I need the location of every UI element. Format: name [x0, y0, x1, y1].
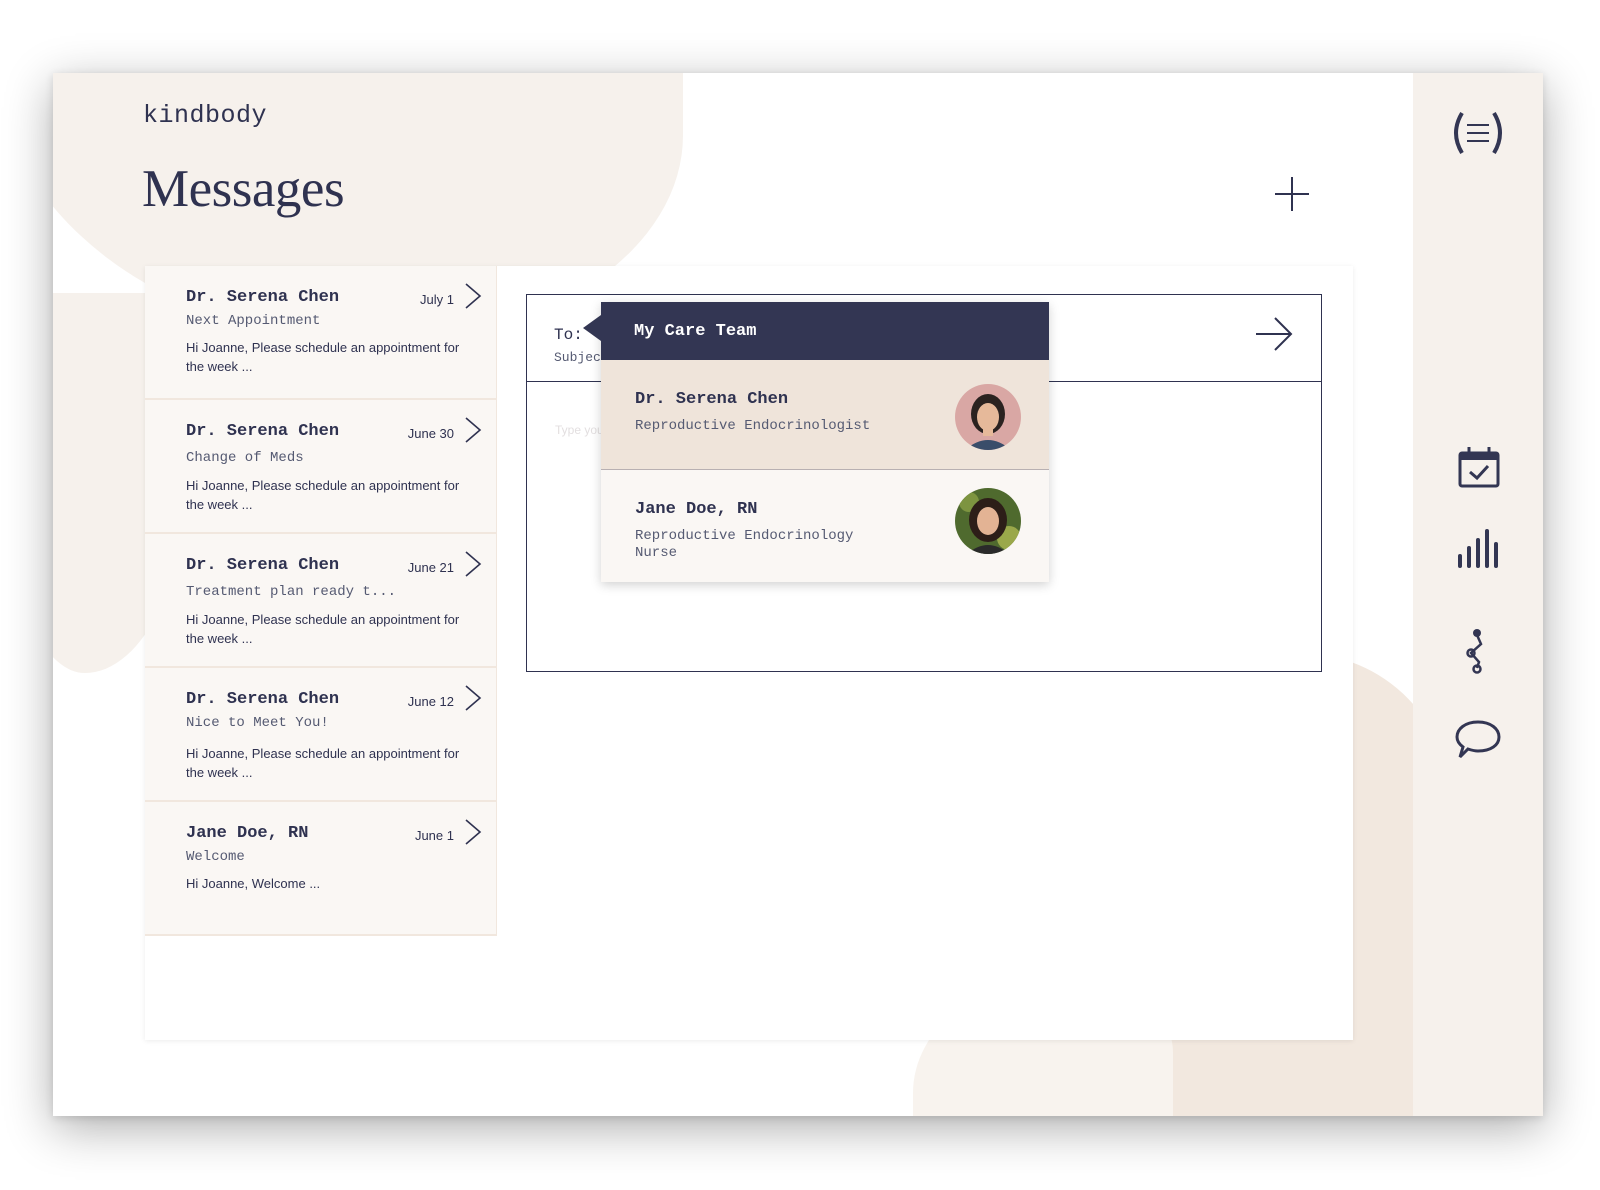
- option-role: Reproductive Endocrinologist: [635, 418, 871, 434]
- message-subject: Treatment plan ready t...: [186, 584, 397, 600]
- message-date: June 30: [407, 426, 454, 441]
- dropdown-caret: [583, 315, 601, 341]
- message-subject: Change of Meds: [186, 450, 304, 466]
- send-arrow-icon[interactable]: [1253, 313, 1295, 355]
- message-body-input[interactable]: Type your: [555, 423, 608, 437]
- app-window: kindbody Messages Dr. Serena Chen July 1…: [53, 73, 1543, 1116]
- chevron-right-icon[interactable]: [464, 818, 482, 846]
- bar-chart-icon[interactable]: [1456, 528, 1502, 568]
- message-sender: Dr. Serena Chen: [186, 556, 340, 575]
- message-preview: Hi Joanne, Please schedule an appointmen…: [186, 478, 460, 512]
- message-preview: Hi Joanne, Please schedule an appointmen…: [186, 612, 460, 646]
- message-sender: Dr. Serena Chen: [186, 288, 340, 307]
- journey-icon[interactable]: [1463, 628, 1493, 674]
- calendar-check-icon[interactable]: [1457, 445, 1501, 489]
- kindbody-logo[interactable]: kindbody: [143, 101, 267, 130]
- message-item[interactable]: Dr. Serena Chen July 1 Next Appointment …: [145, 266, 497, 400]
- message-subject: Next Appointment: [186, 313, 321, 329]
- message-subject: Nice to Meet You!: [186, 715, 329, 731]
- care-team-option[interactable]: Dr. Serena Chen Reproductive Endocrinolo…: [601, 360, 1049, 470]
- menu-icon[interactable]: [1448, 109, 1508, 157]
- message-item[interactable]: Dr. Serena Chen June 30 Change of Meds H…: [145, 400, 497, 534]
- care-team-dropdown: My Care Team Dr. Serena Chen Reproductiv…: [583, 302, 1049, 582]
- message-sender: Dr. Serena Chen: [186, 422, 340, 441]
- avatar: [955, 488, 1021, 554]
- message-date: June 21: [407, 560, 454, 575]
- to-field[interactable]: To:: [554, 326, 583, 344]
- message-sender: Dr. Serena Chen: [186, 690, 340, 709]
- right-sidebar: [1413, 73, 1543, 1116]
- dropdown-title: My Care Team: [634, 322, 757, 341]
- message-subject: Welcome: [186, 849, 245, 865]
- chat-icon[interactable]: [1455, 719, 1501, 761]
- option-role: Reproductive Endocrinology Nurse: [635, 528, 854, 561]
- option-name: Dr. Serena Chen: [635, 390, 789, 409]
- dropdown-header: My Care Team: [601, 302, 1049, 360]
- message-date: June 1: [414, 828, 454, 843]
- message-list: Dr. Serena Chen July 1 Next Appointment …: [145, 266, 497, 936]
- message-preview: Hi Joanne, Please schedule an appointmen…: [186, 746, 460, 780]
- chevron-right-icon[interactable]: [464, 416, 482, 444]
- message-sender: Jane Doe, RN: [186, 824, 309, 843]
- page-title: Messages: [142, 160, 345, 218]
- message-item[interactable]: Jane Doe, RN June 1 Welcome Hi Joanne, W…: [145, 802, 497, 936]
- avatar: [955, 384, 1021, 450]
- message-date: June 12: [407, 694, 454, 709]
- message-item[interactable]: Dr. Serena Chen June 12 Nice to Meet You…: [145, 668, 497, 802]
- chevron-right-icon[interactable]: [464, 550, 482, 578]
- message-preview: Hi Joanne, Welcome ...: [186, 876, 321, 891]
- new-message-button[interactable]: [1273, 175, 1311, 213]
- message-date: July 1: [420, 292, 454, 307]
- chevron-right-icon[interactable]: [464, 282, 482, 310]
- option-name: Jane Doe, RN: [635, 500, 758, 519]
- message-item[interactable]: Dr. Serena Chen June 21 Treatment plan r…: [145, 534, 497, 668]
- chevron-right-icon[interactable]: [464, 684, 482, 712]
- care-team-option[interactable]: Jane Doe, RN Reproductive Endocrinology …: [601, 470, 1049, 582]
- message-preview: Hi Joanne, Please schedule an appointmen…: [186, 340, 460, 374]
